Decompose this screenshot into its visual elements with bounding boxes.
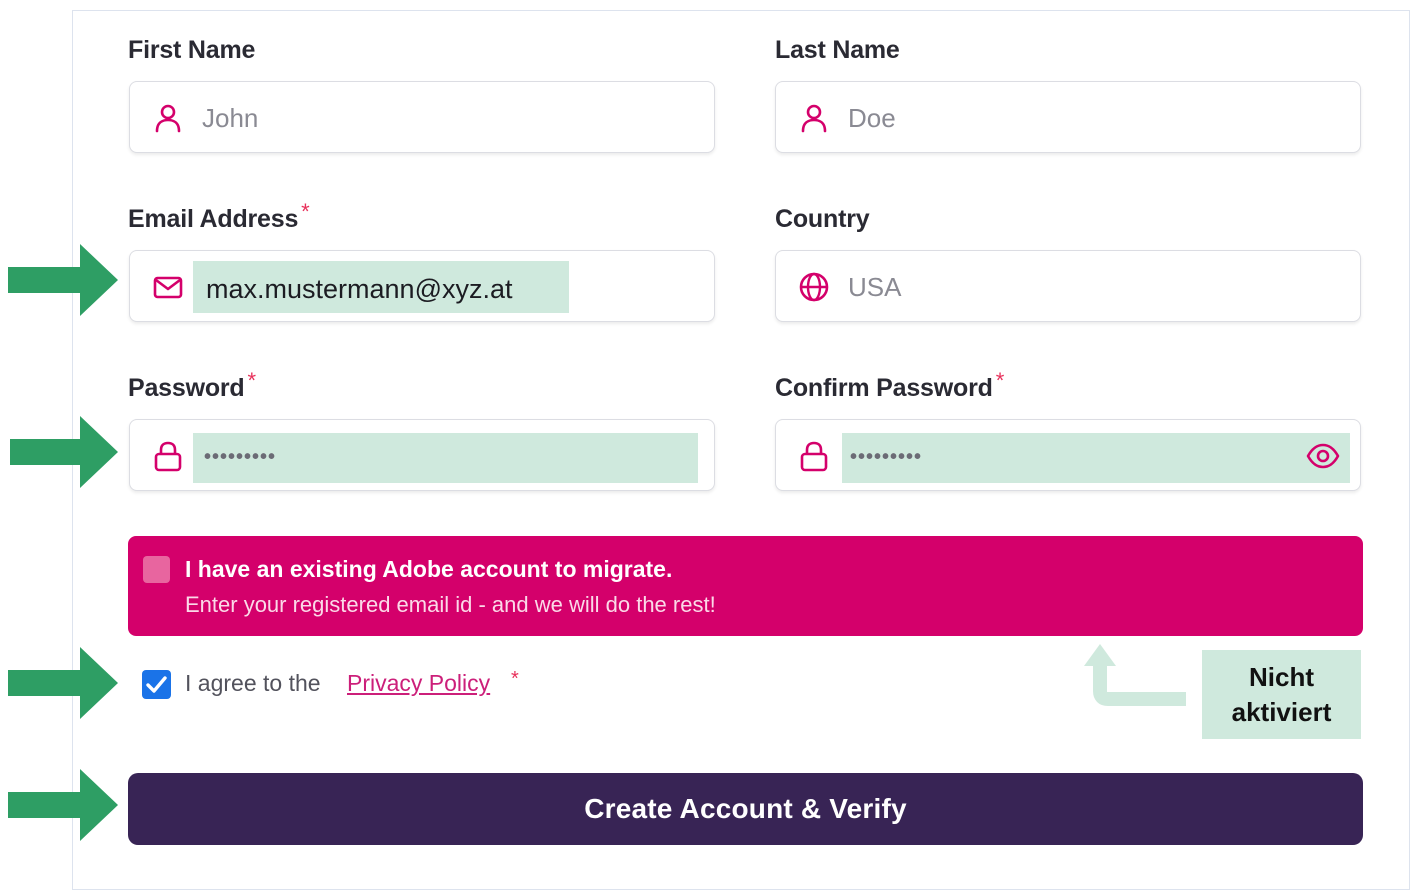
email-label: Email Address * bbox=[128, 199, 310, 233]
required-mark: * bbox=[511, 668, 519, 690]
privacy-policy-link[interactable]: Privacy Policy bbox=[347, 670, 490, 697]
email-input[interactable]: max.mustermann@xyz.at bbox=[129, 250, 715, 322]
curved-arrow-up-icon bbox=[1084, 644, 1186, 706]
migrate-account-banner[interactable]: I have an existing Adobe account to migr… bbox=[128, 536, 1363, 636]
create-account-button[interactable]: Create Account & Verify bbox=[128, 773, 1363, 845]
migrate-title: I have an existing Adobe account to migr… bbox=[185, 556, 673, 582]
eye-icon[interactable] bbox=[1306, 441, 1340, 471]
confirm-password-label: Confirm Password * bbox=[775, 368, 1005, 402]
last-name-value: Doe bbox=[848, 103, 896, 133]
globe-icon bbox=[799, 272, 829, 302]
arrow-right-icon bbox=[8, 647, 118, 719]
country-value: USA bbox=[848, 272, 902, 302]
password-input[interactable]: ••••••••• bbox=[129, 419, 715, 491]
first-name-input[interactable]: John bbox=[129, 81, 715, 153]
arrow-right-icon bbox=[8, 769, 118, 841]
country-label: Country bbox=[775, 205, 870, 233]
migrate-checkbox[interactable] bbox=[143, 556, 170, 583]
migrate-subtitle: Enter your registered email id - and we … bbox=[185, 592, 716, 617]
mail-icon bbox=[153, 276, 183, 299]
required-mark: * bbox=[995, 368, 1005, 393]
email-value: max.mustermann@xyz.at bbox=[206, 274, 513, 304]
annotation-note: Nicht aktiviert bbox=[1202, 650, 1361, 739]
country-select[interactable]: USA bbox=[775, 250, 1361, 322]
last-name-input[interactable]: Doe bbox=[775, 81, 1361, 153]
required-mark: * bbox=[247, 368, 257, 393]
lock-icon bbox=[154, 441, 182, 472]
privacy-agree-text: I agree to the bbox=[185, 670, 321, 696]
last-name-label: Last Name bbox=[775, 36, 900, 64]
arrow-right-icon bbox=[8, 244, 118, 316]
confirm-password-input[interactable]: ••••••••• bbox=[775, 419, 1361, 491]
password-value: ••••••••• bbox=[204, 446, 277, 468]
check-icon bbox=[146, 676, 167, 693]
user-icon bbox=[801, 104, 827, 133]
confirm-password-value: ••••••••• bbox=[850, 446, 923, 468]
arrow-right-icon bbox=[10, 416, 118, 488]
first-name-label: First Name bbox=[128, 36, 256, 64]
password-label: Password * bbox=[128, 368, 256, 402]
lock-icon bbox=[800, 441, 828, 472]
first-name-value: John bbox=[202, 103, 259, 133]
privacy-checkbox[interactable] bbox=[142, 670, 171, 699]
required-mark: * bbox=[301, 199, 310, 224]
user-icon bbox=[155, 104, 181, 133]
